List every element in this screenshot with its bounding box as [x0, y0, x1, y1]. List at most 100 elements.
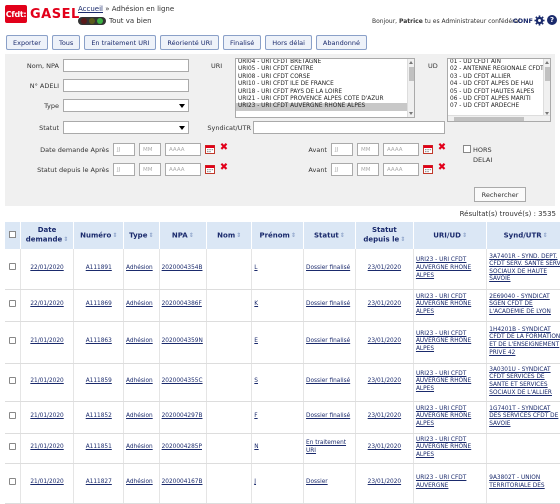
uri-option[interactable]: URI10 - URI CFDT ILE DE FRANCE: [236, 81, 414, 88]
cell-uri-ud-link[interactable]: URI23 - URI CFDT AUVERGNE RHONE ALPES: [416, 257, 471, 278]
cell-prenom-link[interactable]: S: [254, 378, 258, 384]
ud-option[interactable]: 01 - UD CFDT AIN: [448, 59, 550, 66]
search-button[interactable]: Rechercher: [474, 187, 526, 202]
cell-uri-ud[interactable]: URI23 - URI CFDT AUVERGNE RHONE ALPES: [413, 289, 488, 322]
col-nom[interactable]: Nom⇕: [206, 222, 253, 249]
cell-type[interactable]: Adhésion: [123, 289, 160, 322]
cell-uri-ud[interactable]: URI23 - URI CFDT AUVERGNE RHONE ALPES: [413, 401, 488, 434]
cell-prenom[interactable]: L: [251, 249, 305, 290]
cell-npa-link[interactable]: 2020004386F: [162, 301, 202, 307]
cell-numero[interactable]: A111851: [73, 433, 125, 464]
cell-statut-depuis-link[interactable]: 23/01/2020: [368, 413, 401, 419]
cell-date-demande[interactable]: 21/01/2020: [20, 321, 75, 364]
gear-icon[interactable]: [534, 15, 545, 26]
cell-nom[interactable]: [206, 401, 253, 434]
hscroll-thumb[interactable]: [454, 117, 524, 121]
cell-nom[interactable]: [206, 433, 253, 464]
cell-nom[interactable]: [206, 289, 253, 322]
help-icon[interactable]: ?: [547, 15, 557, 25]
ud-hscrollbar[interactable]: [448, 115, 550, 121]
table-row[interactable]: 22/01/2020 A111869 Adhésion 2020004386F K Dos…: [5, 289, 560, 322]
cell-numero-link[interactable]: A111859: [86, 378, 112, 384]
row-checkbox-cell[interactable]: [5, 321, 21, 364]
statut-after-year[interactable]: AAAA: [165, 163, 201, 176]
scroll-up-icon[interactable]: [409, 61, 413, 64]
cell-date-demande[interactable]: 21/01/2020: [20, 363, 75, 402]
filter-finalized-button[interactable]: Finalisé: [223, 35, 262, 50]
cell-numero-link[interactable]: A111863: [86, 338, 112, 344]
cell-numero-link[interactable]: A111851: [86, 444, 112, 450]
statut-select[interactable]: [63, 121, 189, 134]
date-demande-after-month[interactable]: MM: [139, 143, 161, 156]
statut-after-day[interactable]: JJ: [113, 163, 135, 176]
calendar-icon[interactable]: [205, 164, 215, 174]
cell-type[interactable]: Adhésion: [123, 433, 160, 464]
cell-statut-link[interactable]: Dossier finalisé: [306, 378, 350, 384]
row-checkbox[interactable]: [8, 477, 16, 485]
ud-option[interactable]: 04 - UD CFDT ALPES DE HAU: [448, 81, 550, 88]
statut-after-month[interactable]: MM: [139, 163, 161, 176]
cell-nom[interactable]: [206, 463, 253, 504]
cell-type[interactable]: Adhésion: [123, 249, 160, 290]
uri-option[interactable]: URI04 - URI CFDT BRETAGNE: [236, 59, 414, 66]
row-checkbox-cell[interactable]: [5, 401, 21, 434]
cell-synd-utr[interactable]: [486, 433, 560, 464]
calendar-icon[interactable]: [423, 144, 433, 154]
ud-option[interactable]: 07 - UD CFDT ARDECHE: [448, 103, 550, 110]
date-demande-before-month[interactable]: MM: [357, 143, 379, 156]
nom-npa-input[interactable]: [63, 59, 189, 72]
cell-statut-depuis-link[interactable]: 23/01/2020: [368, 265, 401, 271]
cell-prenom-link[interactable]: N: [254, 444, 258, 450]
row-checkbox[interactable]: [8, 336, 16, 344]
filter-all-button[interactable]: Tous: [51, 35, 81, 50]
cell-date-demande-link[interactable]: 21/01/2020: [30, 338, 63, 344]
statut-before-month[interactable]: MM: [357, 163, 379, 176]
cell-numero[interactable]: A111827: [73, 463, 125, 504]
scroll-thumb[interactable]: [545, 67, 550, 81]
select-all-header[interactable]: [5, 222, 21, 249]
filter-abandoned-button[interactable]: Abandonné: [315, 35, 367, 50]
cell-uri-ud-link[interactable]: URI23 - URI CFDT AUVERGNE RHONE ALPES: [416, 406, 471, 427]
cell-synd-utr-link[interactable]: 9A3802T - UNION TERRITORIALE DES: [489, 475, 544, 489]
cell-synd-utr[interactable]: 1H4201B - SYNDICAT CFDT DE LA FORMATION …: [486, 321, 560, 364]
calendar-icon[interactable]: [423, 164, 433, 174]
cell-numero[interactable]: A111859: [73, 363, 125, 402]
cell-date-demande-link[interactable]: 21/01/2020: [30, 378, 63, 384]
cell-npa[interactable]: 2020004355C: [159, 363, 208, 402]
type-select[interactable]: [63, 99, 189, 112]
ud-option[interactable]: 06 - UD CFDT ALPES MARITI: [448, 96, 550, 103]
cell-prenom[interactable]: F: [251, 401, 305, 434]
row-checkbox[interactable]: [8, 411, 16, 419]
cell-uri-ud[interactable]: URI23 - URI CFDT AUVERGNE RHONE ALPES: [413, 363, 488, 402]
sort-icon[interactable]: ⇕: [462, 231, 467, 240]
cell-statut-depuis-link[interactable]: 23/01/2020: [368, 479, 401, 485]
cell-statut[interactable]: Dossier finalisé: [303, 363, 356, 402]
cell-statut-depuis[interactable]: 23/01/2020: [355, 289, 414, 322]
cell-synd-utr-link[interactable]: 1H4201B - SYNDICAT CFDT DE LA FORMATION …: [489, 327, 560, 356]
cell-statut-link[interactable]: En traitement URI: [306, 440, 346, 454]
row-checkbox-cell[interactable]: [5, 289, 21, 322]
cell-statut[interactable]: Dossier finalisé: [303, 249, 356, 290]
cell-uri-ud-link[interactable]: URI23 - URI CFDT AUVERGNE RHONE ALPES: [416, 371, 471, 392]
row-checkbox-cell[interactable]: [5, 463, 21, 504]
cell-synd-utr[interactable]: 3A0301U - SYNDICAT CFDT SERVICES DE SANT…: [486, 363, 560, 402]
row-checkbox[interactable]: [8, 442, 16, 450]
row-checkbox[interactable]: [8, 263, 16, 271]
logo[interactable]: Cfdt: GASEL: [5, 5, 80, 23]
cell-uri-ud-link[interactable]: URI23 - URI CFDT AUVERGNE RHONE ALPES: [416, 437, 471, 458]
cell-npa-link[interactable]: 2020004167B: [162, 479, 203, 485]
cell-type[interactable]: Adhésion: [123, 363, 160, 402]
cell-synd-utr-link[interactable]: 2E69040 - SYNDICAT SGEN CFDT DE L'ACADEM…: [489, 294, 551, 315]
syndicat-input[interactable]: [253, 121, 445, 134]
cell-synd-utr-link[interactable]: 3A7401R - SYND. DEPT. CFDT SERV. SANTE S…: [489, 254, 560, 283]
cell-npa[interactable]: 2020004285P: [159, 433, 208, 464]
uri-option[interactable]: URI21 - URI CFDT PROVENCE ALPES COTE D'A…: [236, 96, 414, 103]
export-button[interactable]: Exporter: [6, 35, 48, 50]
ud-listbox[interactable]: 01 - UD CFDT AIN 02 - ANTENNE REGIONALE …: [447, 58, 551, 122]
sort-icon[interactable]: ⇕: [543, 231, 548, 240]
cell-date-demande[interactable]: 21/01/2020: [20, 401, 75, 434]
uri-option[interactable]: URI08 - URI CFDT CORSE: [236, 74, 414, 81]
cell-npa-link[interactable]: 2020004359N: [162, 338, 203, 344]
scroll-thumb[interactable]: [409, 67, 414, 81]
sort-icon[interactable]: ⇕: [189, 231, 194, 240]
